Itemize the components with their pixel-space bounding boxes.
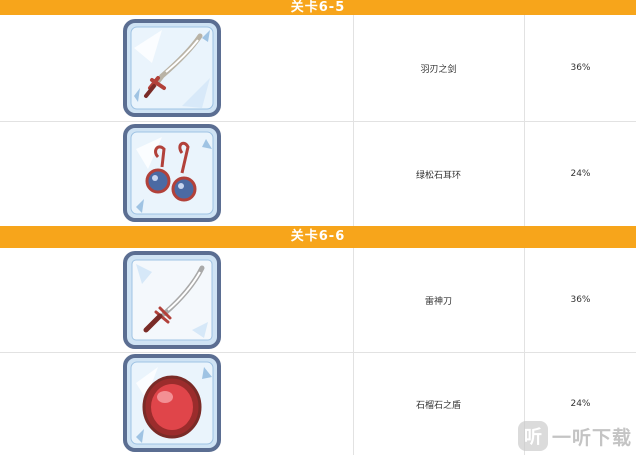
drop-rate: 36% bbox=[570, 63, 591, 73]
watermark: 听 一听下载 bbox=[517, 421, 632, 451]
stage-header: 关卡6-5 bbox=[0, 0, 636, 15]
item-icon-cell bbox=[0, 122, 354, 226]
thunder-sword-icon[interactable] bbox=[122, 250, 222, 350]
item-icon-cell bbox=[0, 15, 354, 121]
item-name: 石榴石之盾 bbox=[353, 353, 525, 455]
item-name: 羽刃之剑 bbox=[353, 15, 525, 121]
drop-rate: 36% bbox=[570, 295, 591, 305]
watermark-logo-icon: 听 bbox=[517, 421, 548, 451]
stage-title: 关卡6-6 bbox=[290, 229, 346, 244]
item-name: 绿松石耳环 bbox=[353, 122, 525, 226]
item-icon-cell bbox=[0, 248, 354, 352]
feather-blade-icon[interactable] bbox=[122, 18, 222, 118]
stage-header: 关卡6-6 bbox=[0, 226, 636, 248]
item-icon-cell bbox=[0, 353, 354, 455]
item-name: 雷神刀 bbox=[353, 248, 525, 352]
garnet-shield-icon[interactable] bbox=[122, 353, 222, 453]
drop-rate: 24% bbox=[570, 169, 591, 179]
table-row: 绿松石耳环 24% bbox=[0, 122, 636, 227]
stage-title: 关卡6-5 bbox=[290, 0, 346, 15]
turquoise-earring-icon[interactable] bbox=[122, 123, 222, 223]
watermark-text: 一听下载 bbox=[551, 426, 632, 449]
table-row: 羽刃之剑 36% bbox=[0, 15, 636, 122]
table-row: 雷神刀 36% bbox=[0, 248, 636, 353]
